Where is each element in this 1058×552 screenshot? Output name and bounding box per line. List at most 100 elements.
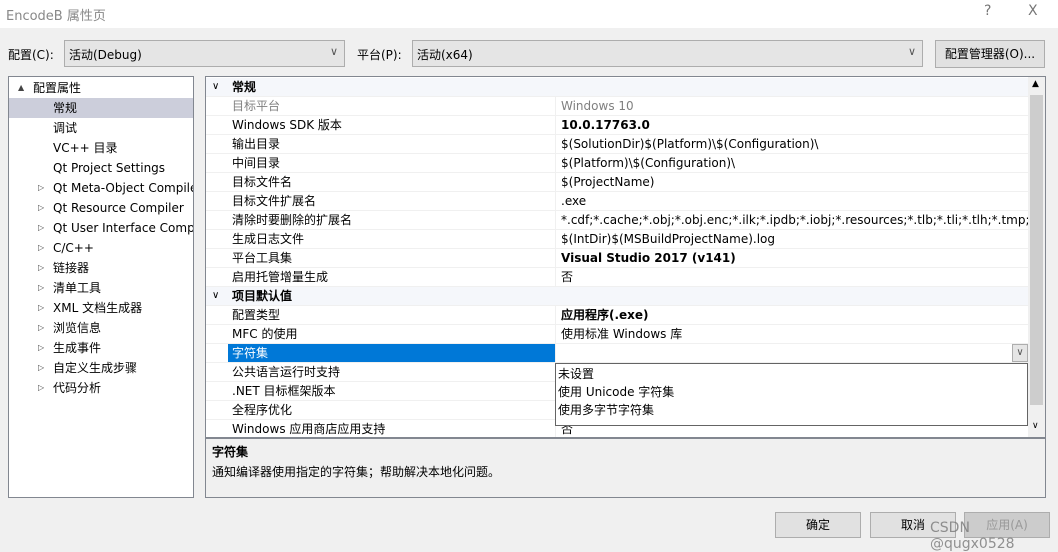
property-name: 清除时要删除的扩展名 — [228, 211, 556, 229]
property-value[interactable]: 应用程序(.exe) — [557, 306, 1028, 324]
property-row[interactable]: 清除时要删除的扩展名 *.cdf;*.cache;*.obj;*.obj.enc;… — [206, 211, 1028, 230]
expand-icon[interactable]: ▷ — [38, 318, 44, 338]
title-bar: EncodeB 属性页 ? X — [0, 0, 1058, 28]
tree-item[interactable]: ▷ Qt User Interface Compiler — [9, 218, 193, 238]
expand-icon[interactable]: ▷ — [38, 298, 44, 318]
tree-item[interactable]: ▷ 清单工具 — [9, 278, 193, 298]
expand-icon[interactable]: ▷ — [38, 238, 44, 258]
help-button[interactable]: ? — [984, 3, 991, 19]
property-row[interactable]: 字符集 — [206, 344, 1028, 363]
tree-item[interactable]: 常规 — [9, 98, 193, 118]
charset-dropdown-button[interactable]: ∨ — [1012, 344, 1028, 362]
property-name: 平台工具集 — [228, 249, 556, 267]
property-row[interactable]: Windows SDK 版本 10.0.17763.0 — [206, 116, 1028, 135]
tree-item[interactable]: ▷ XML 文档生成器 — [9, 298, 193, 318]
property-name: 配置类型 — [228, 306, 556, 324]
collapse-icon[interactable]: ∨ — [212, 78, 219, 96]
expand-icon[interactable]: ▷ — [38, 358, 44, 378]
tree-item[interactable]: ▷ Qt Meta-Object Compiler — [9, 178, 193, 198]
tree-item[interactable]: ▷ 链接器 — [9, 258, 193, 278]
property-name: 中间目录 — [228, 154, 556, 172]
tree-item[interactable]: ▷ C/C++ — [9, 238, 193, 258]
property-value[interactable]: 否 — [557, 268, 1028, 286]
scroll-up-icon[interactable]: ▲ — [1032, 79, 1039, 89]
config-select[interactable]: 活动(Debug) ∨ — [64, 40, 345, 67]
tree-item-label: XML 文档生成器 — [53, 301, 143, 315]
tree-item[interactable]: 调试 — [9, 118, 193, 138]
collapse-icon[interactable]: ▲ — [18, 78, 24, 98]
tree-item-label: 生成事件 — [53, 341, 102, 355]
property-value[interactable]: Visual Studio 2017 (v141) — [557, 249, 1028, 267]
tree-item-label: 代码分析 — [53, 381, 102, 395]
property-value[interactable]: *.cdf;*.cache;*.obj;*.obj.enc;*.ilk;*.ip… — [557, 211, 1028, 229]
window-title: EncodeB 属性页 — [6, 9, 106, 24]
property-value[interactable]: 10.0.17763.0 — [557, 116, 1028, 134]
property-value[interactable]: $(Platform)\$(Configuration)\ — [557, 154, 1028, 172]
property-row[interactable]: 启用托管增量生成否 — [206, 268, 1028, 287]
property-value[interactable]: .exe — [557, 192, 1028, 210]
property-name: 常规 — [232, 80, 257, 94]
property-value[interactable]: $(SolutionDir)$(Platform)\$(Configuratio… — [557, 135, 1028, 153]
description-text: 通知编译器使用指定的字符集；帮助解决本地化问题。 — [212, 465, 501, 479]
option-not-set[interactable]: 未设置 — [558, 365, 594, 383]
tree-item[interactable]: ▷ 浏览信息 — [9, 318, 193, 338]
property-row[interactable]: 生成日志文件 $(IntDir)$(MSBuildProjectName).log — [206, 230, 1028, 249]
vertical-scrollbar[interactable]: ▲ ∨ — [1028, 77, 1045, 437]
property-name: 目标平台 — [228, 97, 556, 115]
tree-item-label: 配置属性 — [33, 81, 82, 95]
property-name: 生成日志文件 — [228, 230, 556, 248]
property-tree: ▲ 配置属性常规调试 VC++ 目录 Qt Project Settings ▷ Qt M… — [8, 76, 194, 498]
option-unicode[interactable]: 使用 Unicode 字符集 — [558, 383, 674, 401]
tree-item[interactable]: ▲ 配置属性 — [9, 78, 193, 98]
expand-icon[interactable]: ▷ — [38, 278, 44, 298]
property-row[interactable]: 输出目录 $(SolutionDir)$(Platform)\$(Configur… — [206, 135, 1028, 154]
tree-item[interactable]: ▷ 自定义生成步骤 — [9, 358, 193, 378]
property-name: .NET 目标框架版本 — [228, 382, 556, 400]
property-name: 目标文件名 — [228, 173, 556, 191]
close-button[interactable]: X — [1028, 3, 1038, 19]
ok-button[interactable]: 确定 — [775, 512, 861, 538]
property-row[interactable]: 目标平台 Windows 10 — [206, 97, 1028, 116]
chevron-down-icon: ∨ — [907, 45, 916, 58]
category-row[interactable]: ∨ 项目默认值 — [206, 287, 1028, 306]
tree-item[interactable]: ▷ 代码分析 — [9, 378, 193, 398]
tree-item[interactable]: Qt Project Settings — [9, 158, 193, 178]
expand-icon[interactable]: ▷ — [38, 198, 44, 218]
platform-label: 平台(P): — [357, 48, 402, 62]
expand-icon[interactable]: ▷ — [38, 218, 44, 238]
expand-icon[interactable]: ▷ — [38, 378, 44, 398]
tree-item-label: C/C++ — [53, 241, 94, 255]
property-row[interactable]: 中间目录 $(Platform)\$(Configuration)\ — [206, 154, 1028, 173]
property-row[interactable]: 目标文件名 $(ProjectName) — [206, 173, 1028, 192]
expand-icon[interactable]: ▷ — [38, 258, 44, 278]
property-value[interactable]: $(IntDir)$(MSBuildProjectName).log — [557, 230, 1028, 248]
tree-item[interactable]: VC++ 目录 — [9, 138, 193, 158]
config-manager-button[interactable]: 配置管理器(O)... — [935, 40, 1045, 68]
category-row[interactable]: ∨ 常规 — [206, 78, 1028, 97]
property-value[interactable]: 使用标准 Windows 库 — [557, 325, 1028, 343]
property-value[interactable]: $(ProjectName) — [557, 173, 1028, 191]
tree-item-label: 常规 — [53, 101, 78, 115]
property-row[interactable]: MFC 的使用 使用标准 Windows 库 — [206, 325, 1028, 344]
property-row[interactable]: 配置类型 应用程序(.exe) — [206, 306, 1028, 325]
expand-icon[interactable]: ▷ — [38, 338, 44, 358]
tree-item-label: Qt Resource Compiler — [53, 201, 184, 215]
property-name: Windows SDK 版本 — [228, 116, 556, 134]
property-value[interactable]: Windows 10 — [557, 97, 1028, 115]
property-name: 全程序优化 — [228, 401, 556, 419]
property-name: 项目默认值 — [232, 289, 293, 303]
tree-item[interactable]: ▷ Qt Resource Compiler — [9, 198, 193, 218]
tree-item-label: Qt Project Settings — [53, 161, 166, 175]
scrollbar-thumb[interactable] — [1030, 95, 1043, 405]
expand-icon[interactable]: ▷ — [38, 178, 44, 198]
tree-item[interactable]: ▷ 生成事件 — [9, 338, 193, 358]
tree-item-label: 清单工具 — [53, 281, 102, 295]
property-row[interactable]: 目标文件扩展名 .exe — [206, 192, 1028, 211]
platform-select[interactable]: 活动(x64) ∨ — [412, 40, 923, 67]
tree-item-label: Qt User Interface Compiler — [53, 221, 194, 235]
property-row[interactable]: 平台工具集 Visual Studio 2017 (v141) — [206, 249, 1028, 268]
collapse-icon[interactable]: ∨ — [212, 287, 219, 305]
option-multibyte[interactable]: 使用多字节字符集 — [558, 401, 654, 419]
description-title: 字符集 — [212, 445, 249, 459]
scroll-down-icon[interactable]: ∨ — [1032, 421, 1039, 431]
